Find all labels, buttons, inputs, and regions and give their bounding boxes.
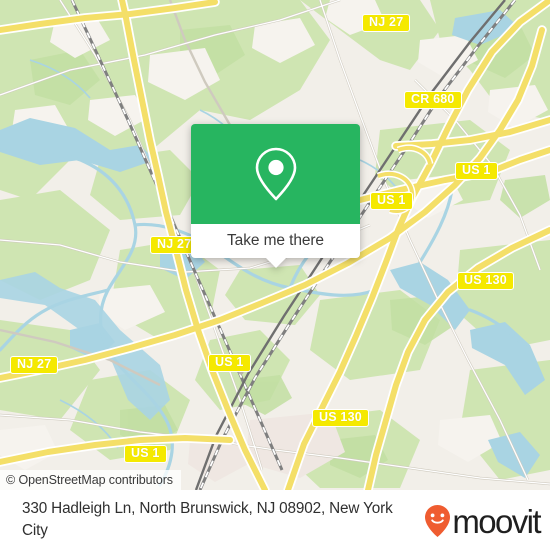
road-shield: US 1 [370,192,413,210]
road-shield: US 1 [455,162,498,180]
map-pin-icon [255,147,296,201]
road-shield: US 1 [208,354,251,372]
take-me-there-button[interactable]: Take me there [191,224,360,258]
road-shield: NJ 27 [10,356,59,374]
road-shield: US 130 [312,409,369,427]
moovit-logo[interactable]: moovit [424,502,542,540]
road-shield: US 1 [124,445,167,463]
address-label: 330 Hadleigh Ln, North Brunswick, NJ 089… [22,500,393,539]
callout-pointer [265,257,287,268]
road-shield: US 130 [457,272,514,290]
moovit-map-screenshot: NJ 27 CR 680 US 1 US 1 NJ 27 US 130 NJ 27 US 1U… [0,0,550,550]
moovit-wordmark: moovit [452,502,541,540]
callout-body [191,124,360,224]
footer-bar: 330 Hadleigh Ln, North Brunswick, NJ 089… [0,490,550,550]
osm-attribution: © OpenStreetMap contributors [0,470,181,490]
road-shield: NJ 27 [362,14,411,32]
road-shield: CR 680 [404,91,462,109]
moovit-pin-icon [425,505,451,537]
location-callout[interactable]: Take me there [191,124,360,268]
